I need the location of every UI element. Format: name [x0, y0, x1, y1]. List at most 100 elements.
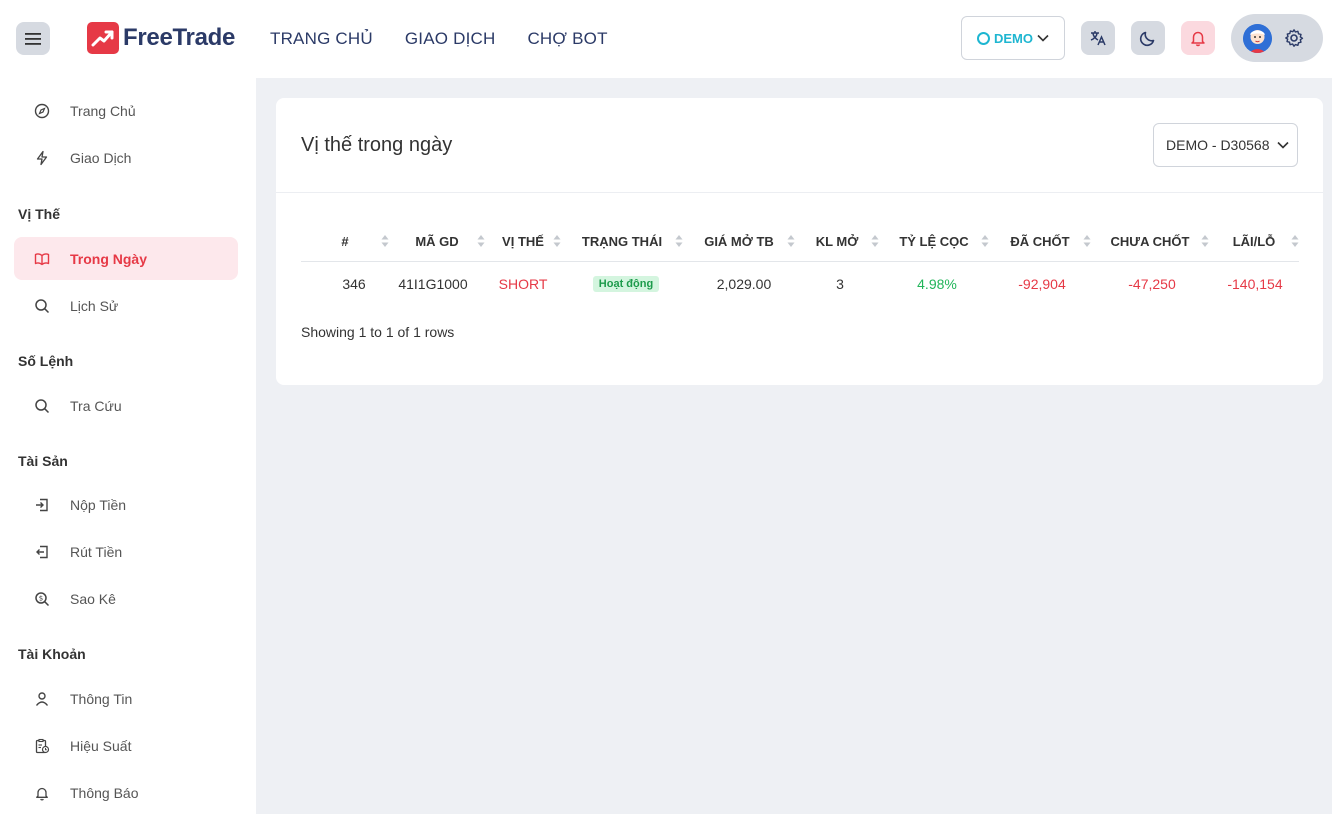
sidebar-item-trading[interactable]: Giao Dịch	[14, 136, 238, 179]
sidebar-item-statement[interactable]: $ Sao Kê	[14, 577, 238, 620]
status-badge: Hoạt động	[592, 276, 660, 292]
sidebar: Trang Chủ Giao Dịch Vị Thế Trong Ngày Lị…	[0, 78, 256, 814]
column-header-code[interactable]: MÃ GD	[389, 220, 485, 262]
chevron-down-icon	[1277, 141, 1290, 149]
clipboard-clock-icon	[34, 738, 50, 754]
sidebar-item-performance[interactable]: Hiệu Suất	[14, 724, 238, 767]
sort-icon	[981, 235, 989, 247]
column-header-margin-ratio[interactable]: TỶ LỆ CỌC	[879, 220, 989, 262]
chevron-down-icon	[1037, 34, 1049, 42]
sidebar-item-label: Sao Kê	[70, 590, 116, 607]
cell-avg-price: 2,029.00	[716, 276, 772, 292]
cell-realized: -92,904	[1018, 276, 1066, 292]
sort-icon	[477, 235, 485, 247]
sort-icon	[871, 235, 879, 247]
sidebar-item-label: Rút Tiền	[70, 543, 123, 560]
sidebar-item-withdraw[interactable]: Rút Tiền	[14, 530, 238, 573]
sidebar-item-label: Hiệu Suất	[70, 737, 132, 754]
avatar	[1243, 23, 1272, 53]
sort-icon	[1201, 235, 1209, 247]
nav-trading[interactable]: GIAO DỊCH	[405, 29, 496, 49]
user-menu[interactable]	[1231, 14, 1323, 62]
cell-status: Hoạt động	[561, 262, 691, 306]
sidebar-section-assets: Tài Sản	[18, 453, 68, 469]
column-header-pnl[interactable]: LÃI/LỖ	[1209, 220, 1299, 262]
brand-name: FreeTrade	[123, 24, 236, 51]
column-header-unrealized[interactable]: CHƯA CHỐT	[1091, 220, 1209, 262]
translate-icon	[1090, 31, 1106, 46]
sort-icon	[381, 235, 389, 247]
sidebar-item-label: Lịch Sử	[70, 297, 119, 314]
withdraw-icon	[34, 544, 50, 560]
sort-icon	[553, 235, 561, 247]
sidebar-section-orders: Số Lệnh	[18, 353, 74, 369]
sidebar-section-account: Tài Khoản	[18, 646, 86, 662]
sidebar-item-label: Trong Ngày	[70, 250, 148, 267]
sidebar-item-label: Tra Cứu	[70, 397, 122, 414]
cell-side: SHORT	[498, 276, 548, 292]
sidebar-item-label: Nộp Tiền	[70, 496, 127, 513]
column-header-avg-price[interactable]: GIÁ MỞ TB	[683, 220, 795, 262]
notifications-button[interactable]	[1181, 21, 1215, 55]
search-icon	[34, 398, 50, 414]
brand-logo[interactable]: FreeTrade	[87, 22, 235, 54]
user-icon	[34, 691, 50, 707]
sidebar-section-positions: Vị Thế	[18, 206, 61, 222]
top-navigation: TRANG CHỦ GIAO DỊCH CHỢ BOT	[270, 29, 608, 49]
mode-label: DEMO	[994, 30, 1033, 46]
bell-icon	[1191, 31, 1205, 47]
compass-icon	[34, 103, 50, 119]
column-header-status[interactable]: TRẠNG THÁI	[561, 220, 683, 262]
main-content: Vị thế trong ngày DEMO - D30568 # MÃ GD …	[256, 78, 1332, 814]
gear-icon	[1285, 29, 1304, 47]
sidebar-item-label: Trang Chủ	[70, 102, 136, 119]
sort-icon	[1083, 235, 1091, 247]
trend-up-icon	[87, 22, 119, 54]
sidebar-item-label: Thông Tin	[70, 690, 133, 707]
search-icon	[34, 298, 50, 314]
sidebar-item-notifications[interactable]: Thông Báo	[14, 771, 238, 814]
positions-card: Vị thế trong ngày DEMO - D30568 # MÃ GD …	[276, 98, 1323, 385]
column-header-id[interactable]: #	[301, 220, 389, 262]
column-header-realized[interactable]: ĐÃ CHỐT	[989, 220, 1091, 262]
cell-code: 41I1G1000	[398, 276, 468, 292]
account-select-value: DEMO - D30568	[1166, 137, 1270, 153]
cell-unrealized: -47,250	[1128, 276, 1176, 292]
nav-bot-market[interactable]: CHỢ BOT	[527, 29, 607, 49]
circle-icon	[977, 31, 990, 45]
nav-home[interactable]: TRANG CHỦ	[270, 29, 373, 49]
menu-toggle-button[interactable]	[16, 22, 50, 55]
cell-pnl: -140,154	[1227, 276, 1283, 292]
sidebar-item-home[interactable]: Trang Chủ	[14, 89, 238, 132]
cell-open-qty: 3	[836, 276, 844, 292]
theme-toggle-button[interactable]	[1131, 21, 1165, 55]
language-button[interactable]	[1081, 21, 1115, 55]
hamburger-icon	[25, 32, 41, 45]
sidebar-item-history[interactable]: Lịch Sử	[14, 284, 238, 327]
sidebar-item-label: Thông Báo	[70, 784, 139, 801]
sidebar-item-intraday[interactable]: Trong Ngày	[14, 237, 238, 280]
sort-icon	[675, 235, 683, 247]
svg-text:$: $	[39, 594, 43, 602]
column-header-open-qty[interactable]: KL MỞ	[795, 220, 879, 262]
sidebar-item-profile[interactable]: Thông Tin	[14, 677, 238, 720]
page-title: Vị thế trong ngày	[301, 134, 453, 156]
divider	[276, 192, 1323, 193]
bolt-icon	[34, 150, 50, 166]
bell-icon	[34, 785, 50, 801]
top-header: FreeTrade TRANG CHỦ GIAO DỊCH CHỢ BOT DE…	[0, 0, 1332, 78]
sidebar-item-lookup[interactable]: Tra Cứu	[14, 384, 238, 427]
table-header: # MÃ GD VỊ THẾ TRẠNG THÁI GIÁ MỞ TB KL M…	[301, 220, 1299, 262]
table-row[interactable]: 346 41I1G1000 SHORT Hoạt động 2,029.00 3…	[301, 262, 1299, 304]
sort-icon	[787, 235, 795, 247]
deposit-icon	[34, 497, 50, 513]
sidebar-item-deposit[interactable]: Nộp Tiền	[14, 483, 238, 526]
account-select[interactable]: DEMO - D30568	[1153, 123, 1298, 167]
cell-margin-ratio: 4.98%	[917, 276, 957, 292]
column-header-side[interactable]: VỊ THẾ	[485, 220, 561, 262]
sort-icon	[1291, 235, 1299, 247]
positions-table: # MÃ GD VỊ THẾ TRẠNG THÁI GIÁ MỞ TB KL M…	[301, 220, 1299, 304]
mode-select[interactable]: DEMO	[961, 16, 1065, 60]
pagination-info: Showing 1 to 1 of 1 rows	[301, 324, 455, 340]
sidebar-item-label: Giao Dịch	[70, 149, 132, 166]
